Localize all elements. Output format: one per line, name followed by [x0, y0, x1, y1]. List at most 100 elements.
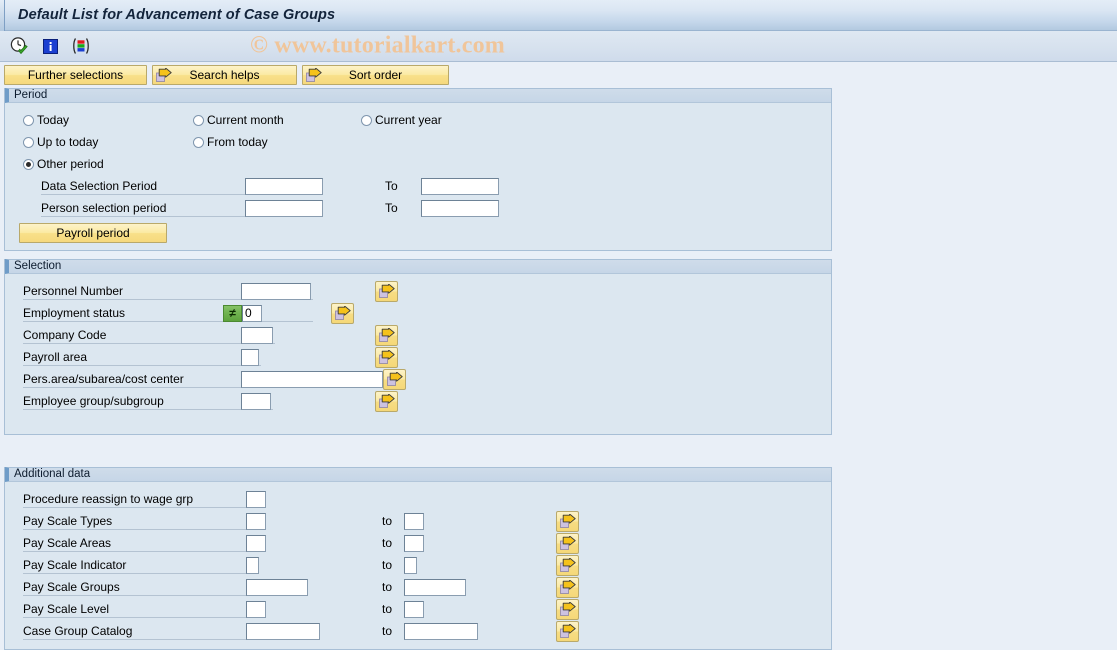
person-selection-period-label: Person selection period: [41, 201, 167, 215]
radio-from-today-label: From today: [207, 135, 268, 149]
radio-other-period-label: Other period: [37, 157, 104, 171]
radio-other-period-indicator: [23, 158, 34, 170]
execute-clock-check-icon[interactable]: [8, 35, 30, 57]
radio-current-year[interactable]: Current year: [361, 113, 442, 127]
info-icon[interactable]: [39, 35, 61, 57]
pers-area-subarea-cost-center-row: Pers.area/subarea/cost center: [5, 368, 831, 390]
case-group-catalog-multiple-selection-button[interactable]: [556, 620, 579, 642]
person-selection-period-row: Person selection period To: [5, 197, 831, 219]
case-group-catalog-row: Case Group Catalog to: [5, 620, 831, 642]
data-selection-period-label: Data Selection Period: [41, 179, 158, 193]
pay-scale-level-to-input[interactable]: [404, 600, 424, 618]
radio-today[interactable]: Today: [23, 113, 193, 127]
pay-scale-indicator-row: Pay Scale Indicator to: [5, 554, 831, 576]
employee-group-subgroup-multiple-selection-button[interactable]: [375, 390, 398, 412]
employee-group-subgroup-row: Employee group/subgroup: [5, 390, 831, 412]
employment-status-input[interactable]: [242, 304, 262, 322]
arrow-right-icon: [305, 67, 322, 83]
additional-data-panel: Additional data Procedure reassign to wa…: [4, 467, 832, 650]
radio-current-month[interactable]: Current month: [193, 113, 361, 127]
payroll-period-button[interactable]: Payroll period: [19, 223, 167, 243]
person-selection-period-input[interactable]: [245, 199, 323, 217]
personnel-number-multiple-selection-button[interactable]: [375, 280, 398, 302]
sort-order-label: Sort order: [348, 68, 403, 82]
payroll-area-input[interactable]: [241, 348, 259, 366]
pay-scale-groups-to-input[interactable]: [404, 578, 466, 596]
pay-scale-groups-multiple-selection-button[interactable]: [556, 576, 579, 598]
variant-icon[interactable]: [70, 35, 92, 57]
pay-scale-level-label: Pay Scale Level: [23, 602, 110, 616]
employment-status-multiple-selection-button[interactable]: [331, 302, 354, 324]
pers-area-subarea-cost-center-label: Pers.area/subarea/cost center: [23, 372, 184, 386]
payroll-area-row: Payroll area: [5, 346, 831, 368]
pay-scale-types-label: Pay Scale Types: [23, 514, 113, 528]
data-selection-period-to-label: To: [385, 179, 398, 193]
pay-scale-indicator-to-label: to: [382, 558, 393, 572]
period-radio-row-1: Today Current month Current year: [5, 109, 831, 131]
radio-current-month-label: Current month: [207, 113, 284, 127]
company-code-label: Company Code: [23, 328, 107, 342]
data-selection-period-input[interactable]: [245, 177, 323, 195]
pers-area-subarea-cost-center-multiple-selection-button[interactable]: [383, 368, 406, 390]
selection-panel-header: Selection: [5, 259, 831, 274]
company-code-multiple-selection-button[interactable]: [375, 324, 398, 346]
payroll-area-multiple-selection-button[interactable]: [375, 346, 398, 368]
employment-status-operator-not-equal-icon[interactable]: ≠: [223, 304, 242, 322]
company-code-input[interactable]: [241, 326, 273, 344]
pers-area-subarea-cost-center-input[interactable]: [241, 370, 383, 388]
employee-group-subgroup-input[interactable]: [241, 392, 271, 410]
period-radio-row-2: Up to today From today: [5, 131, 831, 153]
person-selection-period-to-input[interactable]: [421, 199, 499, 217]
payroll-area-label: Payroll area: [23, 350, 88, 364]
pay-scale-areas-to-input[interactable]: [404, 534, 424, 552]
radio-up-to-today[interactable]: Up to today: [23, 135, 193, 149]
pay-scale-level-multiple-selection-button[interactable]: [556, 598, 579, 620]
case-group-catalog-to-input[interactable]: [404, 622, 478, 640]
sort-order-button[interactable]: Sort order: [302, 65, 449, 85]
pay-scale-areas-multiple-selection-button[interactable]: [556, 532, 579, 554]
further-selections-label: Further selections: [27, 68, 124, 82]
radio-from-today[interactable]: From today: [193, 135, 361, 149]
procedure-reassign-row: Procedure reassign to wage grp: [5, 488, 831, 510]
pay-scale-groups-row: Pay Scale Groups to: [5, 576, 831, 598]
data-selection-period-row: Data Selection Period To: [5, 175, 831, 197]
period-panel-header: Period: [5, 88, 831, 103]
pay-scale-level-row: Pay Scale Level to: [5, 598, 831, 620]
pay-scale-indicator-to-input[interactable]: [404, 556, 417, 574]
pay-scale-types-to-input[interactable]: [404, 512, 424, 530]
pay-scale-types-input[interactable]: [246, 512, 266, 530]
search-helps-label: Search helps: [189, 68, 260, 82]
case-group-catalog-input[interactable]: [246, 622, 320, 640]
payroll-period-label: Payroll period: [56, 226, 130, 240]
pay-scale-groups-input[interactable]: [246, 578, 308, 596]
pay-scale-indicator-input[interactable]: [246, 556, 259, 574]
radio-today-label: Today: [37, 113, 70, 127]
page-title: Default List for Advancement of Case Gro…: [18, 7, 336, 23]
pay-scale-types-multiple-selection-button[interactable]: [556, 510, 579, 532]
search-helps-button[interactable]: Search helps: [152, 65, 297, 85]
radio-other-period[interactable]: Other period: [23, 157, 104, 171]
selection-panel-body: Personnel Number Employment status ≠ 0 C…: [5, 274, 831, 434]
pay-scale-types-to-label: to: [382, 514, 393, 528]
pay-scale-areas-to-label: to: [382, 536, 393, 550]
pay-scale-level-input[interactable]: [246, 600, 266, 618]
arrow-right-icon: [155, 67, 172, 83]
period-panel: Period Today Current month Current year …: [4, 88, 832, 251]
period-panel-body: Today Current month Current year Up to t…: [5, 103, 831, 250]
watermark-text: © www.tutorialkart.com: [250, 32, 505, 59]
personnel-number-input[interactable]: [241, 282, 311, 300]
employment-status-label: Employment status: [23, 306, 126, 320]
personnel-number-row: Personnel Number: [5, 280, 831, 302]
employee-group-subgroup-label: Employee group/subgroup: [23, 394, 164, 408]
period-radio-row-3: Other period: [5, 153, 831, 175]
pay-scale-indicator-multiple-selection-button[interactable]: [556, 554, 579, 576]
procedure-reassign-input[interactable]: [246, 490, 266, 508]
person-selection-period-to-label: To: [385, 201, 398, 215]
application-toolbar: © www.tutorialkart.com: [0, 31, 1117, 62]
pay-scale-areas-input[interactable]: [246, 534, 266, 552]
radio-current-year-label: Current year: [375, 113, 442, 127]
procedure-reassign-label: Procedure reassign to wage grp: [23, 492, 194, 506]
further-selections-button[interactable]: Further selections: [4, 65, 147, 85]
case-group-catalog-label: Case Group Catalog: [23, 624, 133, 638]
data-selection-period-to-input[interactable]: [421, 177, 499, 195]
